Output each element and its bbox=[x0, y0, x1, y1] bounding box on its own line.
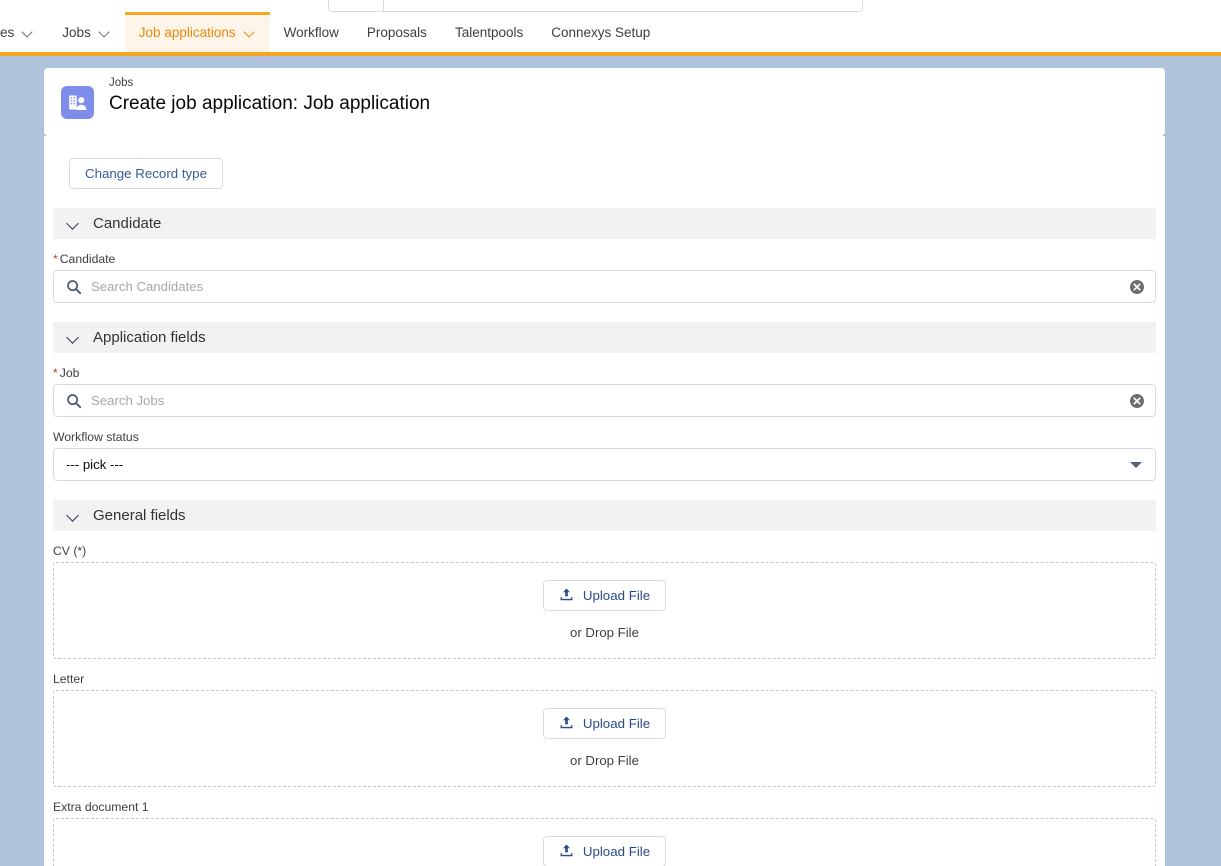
extra-document-1-upload-file-button[interactable]: Upload File bbox=[542, 836, 667, 866]
chevron-down-icon[interactable] bbox=[100, 27, 111, 38]
field-label-job: * Job bbox=[53, 366, 1156, 380]
cv-dropzone[interactable]: Upload File or Drop File bbox=[53, 562, 1156, 659]
letter-dropzone[interactable]: Upload File or Drop File bbox=[53, 690, 1156, 787]
upload-button-label: Upload File bbox=[582, 716, 651, 731]
field-letter: Letter Upload File or Drop File bbox=[44, 672, 1165, 787]
section-header-candidate[interactable]: Candidate bbox=[53, 208, 1156, 239]
nav-item-label: Job applications bbox=[138, 24, 236, 40]
field-extra-document-1: Extra document 1 Upload File or Drop Fil… bbox=[44, 800, 1165, 866]
chevron-down-icon[interactable] bbox=[245, 27, 256, 38]
candidate-search-input[interactable] bbox=[89, 271, 1115, 302]
global-search-input[interactable] bbox=[384, 0, 862, 11]
required-marker: * bbox=[53, 252, 58, 266]
chevron-down-icon bbox=[68, 218, 80, 230]
workflow-status-select-wrap: --- pick --- bbox=[53, 448, 1156, 481]
field-label-extra-document-1: Extra document 1 bbox=[53, 800, 149, 814]
nav-item-label: Talentpools bbox=[454, 24, 524, 40]
page-title: Create job application: Job application bbox=[109, 92, 431, 114]
nav-item-label: es bbox=[0, 24, 15, 40]
nav-item-label: Connexys Setup bbox=[551, 24, 651, 40]
global-search-bar[interactable] bbox=[328, 0, 863, 12]
section-title: Application fields bbox=[93, 329, 206, 346]
clear-icon[interactable] bbox=[1129, 279, 1145, 295]
chevron-down-icon bbox=[68, 332, 80, 344]
field-label-candidate: * Candidate bbox=[53, 252, 1156, 266]
search-icon bbox=[66, 393, 82, 409]
field-label-text: Candidate bbox=[59, 252, 116, 266]
letter-drop-text: or Drop File bbox=[570, 753, 639, 768]
field-workflow-status: Workflow status --- pick --- bbox=[44, 430, 1165, 481]
workflow-status-select[interactable]: --- pick --- bbox=[53, 448, 1156, 481]
candidate-lookup[interactable] bbox=[53, 270, 1156, 303]
section-header-general-fields[interactable]: General fields bbox=[53, 500, 1156, 531]
jobs-object-icon bbox=[61, 85, 94, 119]
job-lookup[interactable] bbox=[53, 384, 1156, 417]
upload-button-label: Upload File bbox=[582, 588, 651, 603]
search-scope-selector[interactable] bbox=[329, 0, 384, 11]
record-type-eyebrow: Jobs bbox=[109, 76, 134, 89]
required-marker: * bbox=[53, 366, 58, 380]
navigation-tab-bar: es Jobs Job applications Workflow Propos… bbox=[0, 12, 1221, 52]
record-header-text: Jobs Create job application: Job applica… bbox=[109, 76, 430, 129]
chevron-down-icon[interactable] bbox=[23, 27, 34, 38]
cv-upload-file-button[interactable]: Upload File bbox=[542, 580, 667, 611]
search-icon bbox=[66, 279, 82, 295]
nav-item-proposals[interactable]: Proposals bbox=[353, 12, 441, 52]
field-label-workflow-status: Workflow status bbox=[53, 430, 139, 444]
clear-icon[interactable] bbox=[1129, 393, 1145, 409]
nav-item-connexys-setup[interactable]: Connexys Setup bbox=[537, 12, 664, 52]
field-cv: CV (*) Upload File or Drop File bbox=[44, 544, 1165, 659]
field-label-text: Job bbox=[59, 366, 80, 380]
job-application-form: Change Record type Candidate *Candidate bbox=[44, 136, 1165, 866]
nav-item-label: Proposals bbox=[366, 24, 427, 40]
field-label-cv: CV (*) bbox=[53, 544, 87, 558]
nav-item-job-applications[interactable]: Job applications bbox=[124, 12, 270, 52]
upload-icon bbox=[559, 843, 574, 861]
upload-icon bbox=[559, 715, 574, 733]
extra-document-1-dropzone[interactable]: Upload File or Drop File bbox=[53, 818, 1156, 866]
nav-item-label: Jobs bbox=[62, 24, 91, 40]
cv-drop-text: or Drop File bbox=[570, 625, 639, 640]
chevron-down-icon bbox=[68, 510, 80, 522]
upload-icon bbox=[559, 587, 574, 605]
record-header: Jobs Create job application: Job applica… bbox=[44, 68, 1165, 136]
letter-upload-file-button[interactable]: Upload File bbox=[542, 708, 667, 739]
upload-button-label: Upload File bbox=[582, 844, 651, 859]
change-record-type-button[interactable]: Change Record type bbox=[69, 158, 223, 189]
section-title: Candidate bbox=[93, 215, 162, 232]
section-header-application-fields[interactable]: Application fields bbox=[53, 322, 1156, 353]
nav-item-label: Workflow bbox=[283, 24, 339, 40]
job-search-input[interactable] bbox=[89, 385, 1115, 416]
field-job: * Job bbox=[44, 366, 1165, 417]
field-candidate: * Candidate bbox=[44, 252, 1165, 303]
nav-item-es[interactable]: es bbox=[0, 12, 48, 52]
section-title: General fields bbox=[93, 507, 186, 524]
nav-item-jobs[interactable]: Jobs bbox=[48, 12, 125, 52]
nav-item-workflow[interactable]: Workflow bbox=[270, 12, 353, 52]
global-header bbox=[0, 0, 1221, 12]
field-label-letter: Letter bbox=[53, 672, 85, 686]
nav-item-talentpools[interactable]: Talentpools bbox=[441, 12, 537, 52]
